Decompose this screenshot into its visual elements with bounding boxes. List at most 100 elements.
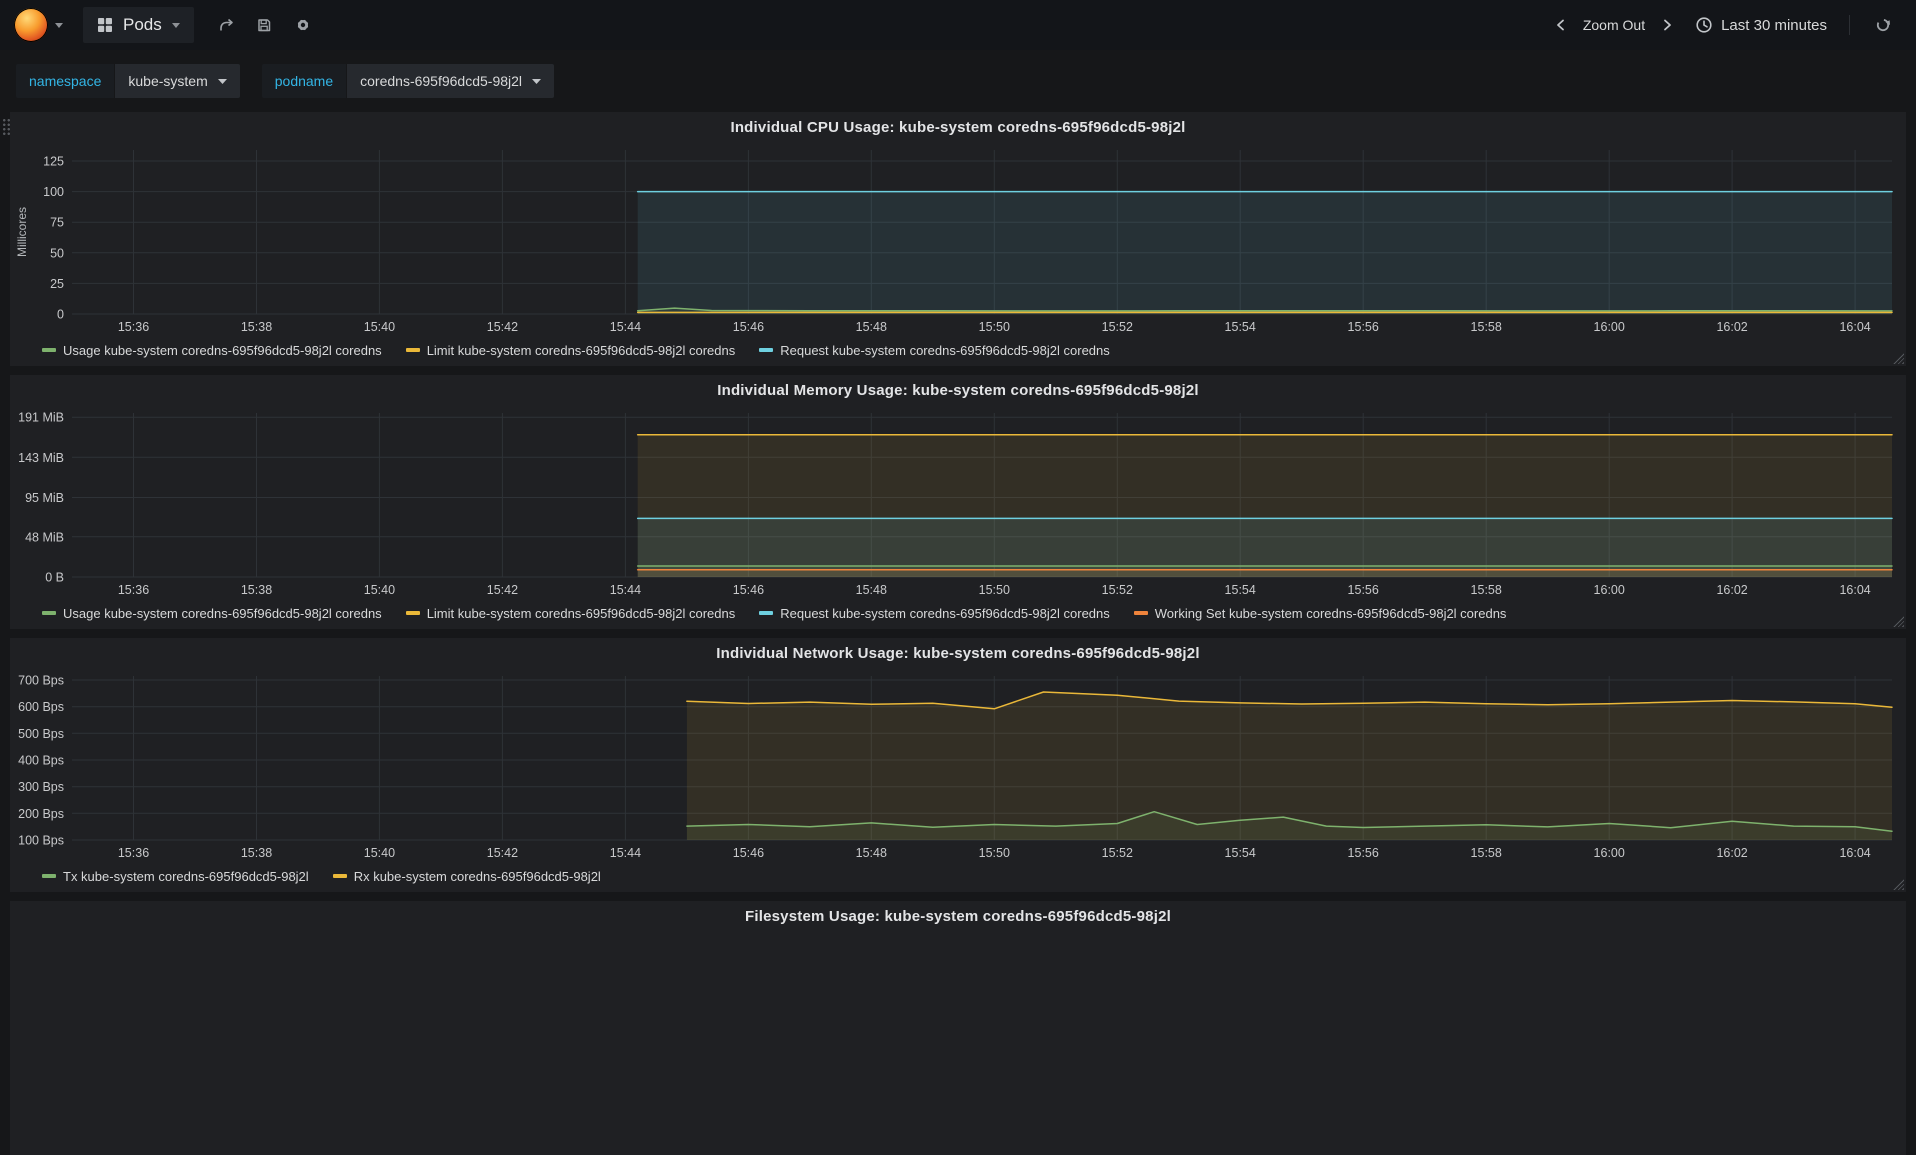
- legend-series-marker: [1133, 611, 1148, 615]
- x-axis-tick-label: 15:42: [487, 320, 518, 334]
- legend-item[interactable]: Usage kube-system coredns-695f96dcd5-98j…: [42, 606, 382, 621]
- caret-down-icon: [55, 22, 63, 28]
- caret-down-icon: [217, 78, 227, 84]
- x-axis-tick-label: 16:02: [1716, 583, 1747, 597]
- legend-series-marker: [405, 348, 420, 352]
- x-axis-tick-label: 15:52: [1102, 320, 1133, 334]
- x-axis-tick-label: 16:02: [1716, 320, 1747, 334]
- chart-canvas[interactable]: 0 B 48 MiB 95 MiB 143 MiB 191 MiB 15:36 15:38 1…: [14, 405, 1902, 601]
- x-axis-tick-label: 16:02: [1716, 846, 1747, 860]
- x-axis-tick-label: 15:50: [979, 846, 1010, 860]
- x-axis-tick-label: 16:04: [1839, 583, 1870, 597]
- legend-item[interactable]: Limit kube-system coredns-695f96dcd5-98j…: [405, 343, 735, 358]
- grafana-logo-button[interactable]: [14, 8, 63, 42]
- variable-podname-value-dropdown[interactable]: coredns-695f96dcd5-98j2l: [347, 64, 555, 98]
- x-axis-tick-label: 15:52: [1102, 583, 1133, 597]
- network-usage-chart[interactable]: 100 Bps 200 Bps 300 Bps 400 Bps 500 Bps 600 B…: [14, 668, 1902, 864]
- time-shift-left-button[interactable]: [1549, 8, 1573, 42]
- legend-series-label: Limit kube-system coredns-695f96dcd5-98j…: [426, 605, 736, 621]
- time-range-label: Last 30 minutes: [1721, 16, 1827, 34]
- x-axis-tick-label: 16:04: [1839, 846, 1870, 860]
- legend-item[interactable]: Rx kube-system coredns-695f96dcd5-98j2l: [332, 868, 601, 884]
- memory-usage-chart[interactable]: 0 B 48 MiB 95 MiB 143 MiB 191 MiB 15:36 15:38 1…: [14, 405, 1902, 601]
- panel-network-usage: Individual Network Usage: kube-system co…: [10, 638, 1906, 892]
- series-fill: [637, 518, 1893, 577]
- time-picker-button[interactable]: Last 30 minutes: [1695, 16, 1827, 34]
- x-axis-tick-label: 15:40: [364, 320, 395, 334]
- x-axis-tick-label: 15:44: [610, 583, 641, 597]
- dashboard-picker-button[interactable]: Pods: [83, 7, 194, 43]
- clock-icon: [1696, 17, 1712, 33]
- x-axis-tick-label: 15:44: [610, 320, 641, 334]
- chart-canvas[interactable]: 0 25 50 75 100 125 15:36 15:38 15:40 15:42 15:44 15…: [14, 142, 1902, 338]
- legend-series-label: Usage kube-system coredns-695f96dcd5-98j…: [63, 605, 382, 621]
- legend-series-marker: [759, 348, 774, 352]
- time-shift-right-button[interactable]: [1655, 8, 1679, 42]
- y-axis-tick-label: 48 MiB: [25, 530, 64, 544]
- y-axis-tick-label: 25: [50, 277, 64, 291]
- legend-series-label: Rx kube-system coredns-695f96dcd5-98j2l: [353, 868, 601, 884]
- y-axis-tick-label: 400 Bps: [18, 754, 64, 768]
- y-axis-tick-label: 0: [57, 308, 64, 322]
- legend-item[interactable]: Usage kube-system coredns-695f96dcd5-98j…: [42, 343, 382, 358]
- legend-item[interactable]: Request kube-system coredns-695f96dcd5-9…: [759, 343, 1110, 358]
- variable-namespace-value: kube-system: [128, 73, 208, 89]
- variable-namespace-label: namespace: [16, 64, 115, 98]
- x-axis-tick-label: 15:52: [1102, 846, 1133, 860]
- legend-series-label: Request kube-system coredns-695f96dcd5-9…: [780, 342, 1110, 358]
- x-axis-tick-label: 15:38: [241, 583, 272, 597]
- x-axis-tick-label: 15:54: [1225, 320, 1256, 334]
- x-axis-tick-label: 15:40: [364, 846, 395, 860]
- legend-item[interactable]: Tx kube-system coredns-695f96dcd5-98j2l: [42, 869, 309, 884]
- legend-item[interactable]: Request kube-system coredns-695f96dcd5-9…: [759, 606, 1110, 621]
- legend-item[interactable]: Limit kube-system coredns-695f96dcd5-98j…: [405, 605, 736, 621]
- y-axis-tick-label: 95 MiB: [25, 491, 64, 505]
- settings-gear-icon: [297, 19, 308, 31]
- y-axis-tick-label: 143 MiB: [18, 451, 64, 465]
- memory-chart-legend: Usage kube-system coredns-695f96dcd5-98j…: [10, 601, 1906, 625]
- panel-header: Individual CPU Usage: kube-system coredn…: [10, 112, 1906, 142]
- refresh-button[interactable]: [1866, 8, 1900, 42]
- grafana-logo-icon: [14, 8, 48, 42]
- variable-podname-label: podname: [261, 64, 347, 98]
- legend-series-marker: [42, 611, 56, 615]
- panel-title[interactable]: Individual Memory Usage: kube-system cor…: [717, 382, 1199, 399]
- y-axis-tick-label: 200 Bps: [18, 807, 64, 821]
- panel-filesystem-usage: Filesystem Usage: kube-system coredns-69…: [10, 901, 1906, 1155]
- legend-item[interactable]: Working Set kube-system coredns-695f96dc…: [1133, 605, 1507, 621]
- legend-series-label: Tx kube-system coredns-695f96dcd5-98j2l: [63, 868, 309, 884]
- x-axis-tick-label: 15:42: [487, 846, 518, 860]
- panel-header: Filesystem Usage: kube-system coredns-69…: [10, 901, 1906, 931]
- y-axis-tick-label: 600 Bps: [18, 700, 64, 714]
- caret-down-icon: [532, 78, 542, 84]
- panel-memory-usage: Individual Memory Usage: kube-system cor…: [10, 375, 1906, 629]
- legend-series-label: Working Set kube-system coredns-695f96dc…: [1154, 605, 1507, 621]
- x-axis-tick-label: 15:48: [856, 583, 887, 597]
- panel-title[interactable]: Filesystem Usage: kube-system coredns-69…: [745, 908, 1171, 925]
- y-axis-tick-label: 191 MiB: [18, 411, 64, 425]
- x-axis-tick-label: 15:46: [733, 320, 764, 334]
- y-axis-tick-label: 700 Bps: [18, 674, 64, 688]
- x-axis-tick-label: 15:54: [1225, 846, 1256, 860]
- x-axis-tick-label: 15:48: [856, 846, 887, 860]
- y-axis-tick-label: 50: [50, 246, 64, 260]
- panel-title[interactable]: Individual CPU Usage: kube-system coredn…: [730, 119, 1185, 136]
- panel-title[interactable]: Individual Network Usage: kube-system co…: [716, 645, 1199, 662]
- variable-namespace-value-dropdown[interactable]: kube-system: [115, 64, 240, 98]
- y-axis-tick-label: 100: [43, 185, 64, 199]
- share-button[interactable]: [210, 8, 244, 42]
- save-button[interactable]: [248, 8, 282, 42]
- x-axis-tick-label: 15:46: [733, 846, 764, 860]
- settings-button[interactable]: [286, 8, 320, 42]
- y-axis-tick-label: 500 Bps: [18, 727, 64, 741]
- chart-canvas[interactable]: 100 Bps 200 Bps 300 Bps 400 Bps 500 Bps 600 B…: [14, 668, 1902, 864]
- cpu-usage-chart[interactable]: 0 25 50 75 100 125 15:36 15:38 15:40 15:42 15:44 15…: [14, 142, 1902, 338]
- x-axis-tick-label: 16:04: [1839, 320, 1870, 334]
- panel-header: Individual Network Usage: kube-system co…: [10, 638, 1906, 668]
- x-axis-tick-label: 16:00: [1594, 846, 1625, 860]
- x-axis-tick-label: 15:42: [487, 583, 518, 597]
- navbar-right-controls: Zoom Out Last 30 minutes: [1547, 8, 1902, 42]
- x-axis-tick-label: 16:00: [1594, 320, 1625, 334]
- legend-series-marker: [42, 874, 56, 878]
- zoom-out-button[interactable]: Zoom Out: [1583, 17, 1645, 33]
